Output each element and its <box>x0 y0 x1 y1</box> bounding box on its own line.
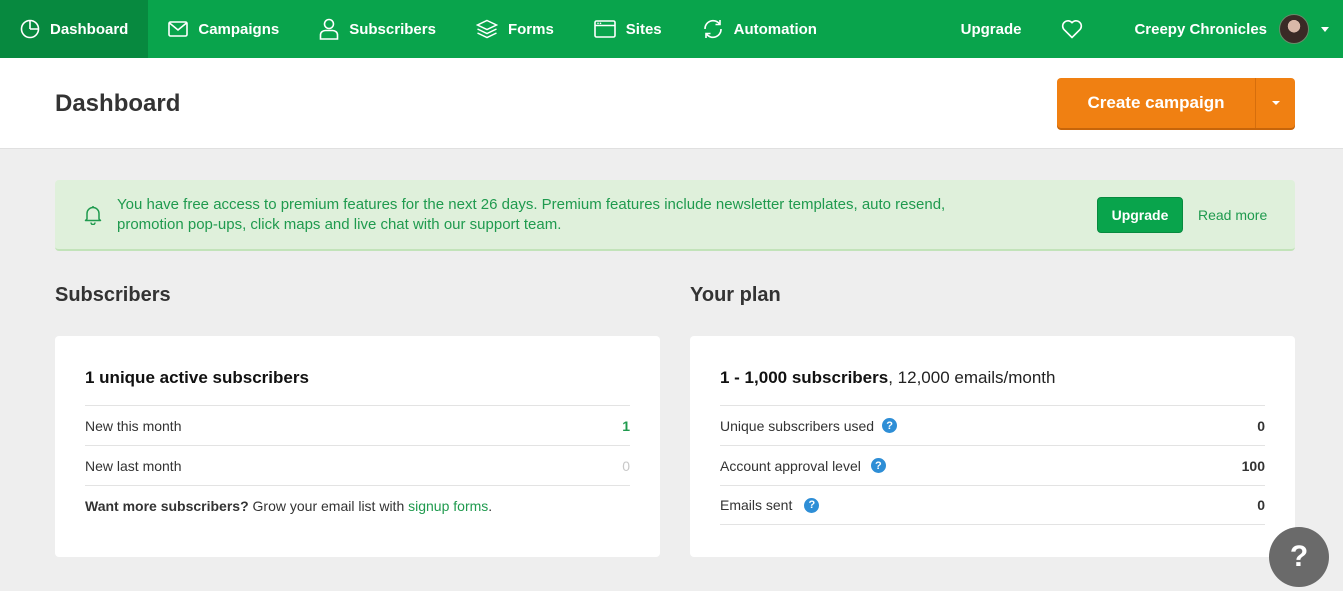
top-nav: Dashboard Campaigns Subscribers Forms Si… <box>0 0 1343 58</box>
nav-automation-label: Automation <box>733 20 817 38</box>
dashboard-icon <box>20 19 40 39</box>
cta-body: Grow your email list with <box>248 497 409 514</box>
account-name: Creepy Chronicles <box>1134 20 1267 38</box>
nav-sites[interactable]: Sites <box>574 0 682 58</box>
mail-icon <box>168 21 189 37</box>
plan-headline-bold: 1 - 1,000 subscribers <box>720 368 889 387</box>
help-icon[interactable]: ? <box>870 458 886 473</box>
stat-label: Unique subscribers used <box>720 417 875 434</box>
page-title: Dashboard <box>55 90 181 117</box>
nav-forms-label: Forms <box>507 20 554 38</box>
nav-right: Upgrade Creepy Chronicles <box>941 0 1343 58</box>
plan-stats: Unique subscribers used? 0 Account appro… <box>720 405 1265 525</box>
nav-campaigns[interactable]: Campaigns <box>148 0 299 58</box>
stat-row-new-this-month: New this month 1 <box>85 405 630 445</box>
avatar <box>1279 14 1309 44</box>
stat-label: New this month <box>85 417 182 434</box>
create-campaign-button[interactable]: Create campaign <box>1057 78 1256 128</box>
nav-forms[interactable]: Forms <box>456 0 574 58</box>
subscribers-headline: 1 unique active subscribers <box>85 368 309 388</box>
caret-down-icon <box>1271 101 1280 105</box>
create-campaign-group: Create campaign <box>1057 78 1295 128</box>
cta-bold: Want more subscribers? <box>85 497 249 514</box>
stat-label: Account approval level <box>720 457 861 474</box>
favorites-button[interactable] <box>1041 19 1103 39</box>
browser-icon <box>593 20 616 38</box>
nav-automation[interactable]: Automation <box>682 0 837 58</box>
plan-row-label-wrap: Emails sent? <box>720 497 820 513</box>
read-more-link[interactable]: Read more <box>1198 207 1267 223</box>
cta-end: . <box>488 497 493 514</box>
bell-icon <box>84 205 102 230</box>
nav-dashboard-label: Dashboard <box>50 20 129 38</box>
plan-headline-rest: , 12,000 emails/month <box>888 368 1056 387</box>
chevron-down-icon <box>1321 26 1329 32</box>
layers-icon <box>475 19 498 39</box>
stat-label: Emails sent <box>720 497 793 513</box>
plan-section-title: Your plan <box>690 284 781 306</box>
stat-row-new-last-month: New last month 0 <box>85 445 630 485</box>
nav-upgrade-link[interactable]: Upgrade <box>941 21 1042 38</box>
subscribers-cta: Want more subscribers? Grow your email l… <box>85 485 630 525</box>
cta-text: Want more subscribers? Grow your email l… <box>85 498 492 514</box>
plan-card: 1 - 1,000 subscribers, 12,000 emails/mon… <box>690 336 1295 557</box>
nav-campaigns-label: Campaigns <box>198 20 280 38</box>
heart-icon <box>1062 20 1083 39</box>
stat-value: 1 <box>622 417 630 434</box>
help-icon[interactable]: ? <box>804 497 820 513</box>
refresh-icon <box>703 19 722 39</box>
help-icon[interactable]: ? <box>882 418 898 433</box>
subscribers-section-title: Subscribers <box>55 284 171 306</box>
nav-subscribers-label: Subscribers <box>349 20 436 38</box>
plan-row-unique-subscribers: Unique subscribers used? 0 <box>720 405 1265 445</box>
plan-row-label-wrap: Account approval level? <box>720 458 886 474</box>
plan-row-label-wrap: Unique subscribers used? <box>720 417 898 434</box>
notice-upgrade-button[interactable]: Upgrade <box>1097 197 1183 233</box>
plan-row-approval-level: Account approval level? 100 <box>720 445 1265 485</box>
create-campaign-dropdown[interactable] <box>1256 78 1295 128</box>
help-chat-button[interactable]: ? <box>1269 527 1329 587</box>
signup-forms-link[interactable]: signup forms <box>408 498 488 514</box>
question-mark-icon: ? <box>1289 540 1309 573</box>
user-icon <box>319 18 339 40</box>
stat-label: New last month <box>85 457 182 474</box>
subscribers-card: 1 unique active subscribers New this mon… <box>55 336 660 557</box>
page-header: Dashboard Create campaign <box>0 58 1343 149</box>
subscribers-headline-text: 1 unique active subscribers <box>85 368 309 387</box>
account-menu[interactable]: Creepy Chronicles <box>1103 14 1343 44</box>
premium-notice: You have free access to premium features… <box>55 180 1295 251</box>
stat-value: 100 <box>1241 457 1265 474</box>
nav-dashboard[interactable]: Dashboard <box>0 0 149 58</box>
nav-subscribers[interactable]: Subscribers <box>299 0 456 58</box>
subscribers-stats: New this month 1 New last month 0 Want m… <box>85 405 630 525</box>
stat-value: 0 <box>1257 417 1265 434</box>
plan-headline: 1 - 1,000 subscribers, 12,000 emails/mon… <box>720 368 1055 388</box>
stat-value: 0 <box>622 457 630 474</box>
nav-sites-label: Sites <box>625 20 662 38</box>
notice-text: You have free access to premium features… <box>117 196 946 233</box>
plan-row-emails-sent: Emails sent? 0 <box>720 485 1265 525</box>
stat-value: 0 <box>1257 497 1265 513</box>
